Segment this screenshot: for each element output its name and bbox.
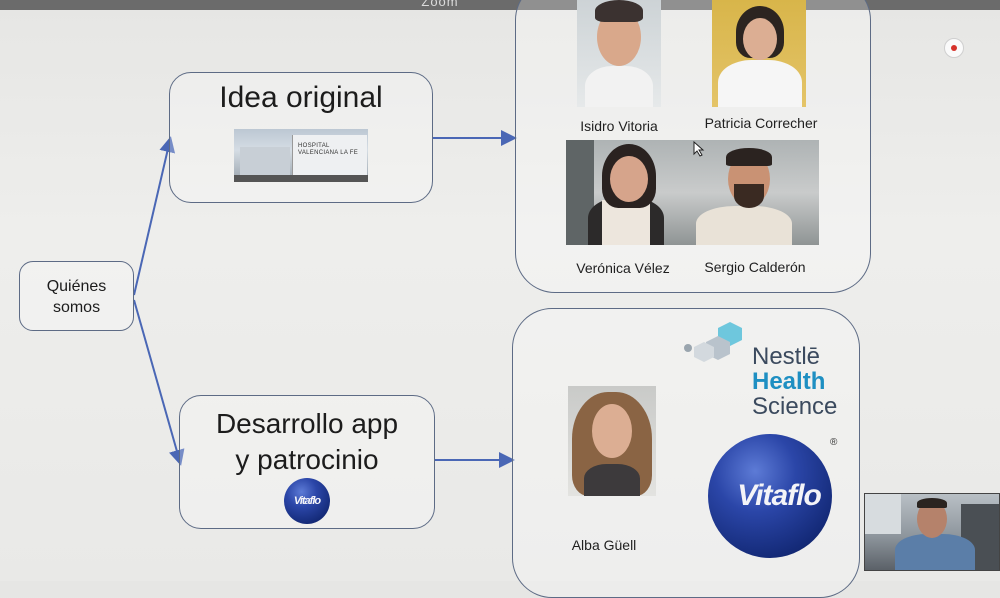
caption-patricia-correcher: Patricia Correcher [704, 115, 818, 131]
caption-sergio-calderon: Sergio Calderón [704, 259, 806, 275]
nestle-line2: Health [752, 368, 826, 395]
photo-isidro-vitoria [577, 0, 661, 107]
idea-original-node: Idea original HOSPITAL VALENCIANA LA FE [169, 72, 433, 203]
participant-video-thumbnail[interactable] [864, 493, 1000, 571]
caption-isidro-vitoria: Isidro Vitoria [580, 118, 658, 134]
nestle-health-science-logo: Nestlē Health Science [752, 344, 837, 419]
nestle-line3: Science [752, 393, 838, 420]
registered-mark: ® [830, 437, 838, 448]
desarrollo-title-line1: Desarrollo app [215, 408, 399, 439]
vitaflo-logo-small: Vitaflo [284, 478, 330, 524]
caption-veronica-velez: Verónica Vélez [576, 260, 670, 276]
hospital-sign: HOSPITAL VALENCIANA LA FE [298, 143, 359, 156]
root-node: Quiénes somos [19, 261, 134, 331]
root-label-line2: somos [52, 299, 101, 316]
mouse-cursor-icon [693, 141, 705, 157]
vitaflo-logo-large-text: Vitaflo [737, 479, 822, 512]
desarrollo-node: Desarrollo app y patrocinio Vitaflo [179, 395, 435, 529]
vitaflo-logo-small-text: Vitaflo [293, 495, 321, 507]
idea-original-title: Idea original [219, 81, 383, 114]
photo-alba-guell [568, 386, 656, 496]
desarrollo-title-line2: y patrocinio [235, 444, 379, 475]
nestle-line1: Nestlē [752, 343, 821, 370]
caption-alba-guell: Alba Güell [571, 537, 637, 553]
photo-patricia-correcher [712, 0, 806, 107]
vitaflo-logo-large: Vitaflo [708, 434, 832, 558]
root-label-line1: Quiénes [46, 278, 107, 295]
nestle-cubes-icon [684, 322, 742, 362]
hospital-photo: HOSPITAL VALENCIANA LA FE [234, 129, 368, 182]
